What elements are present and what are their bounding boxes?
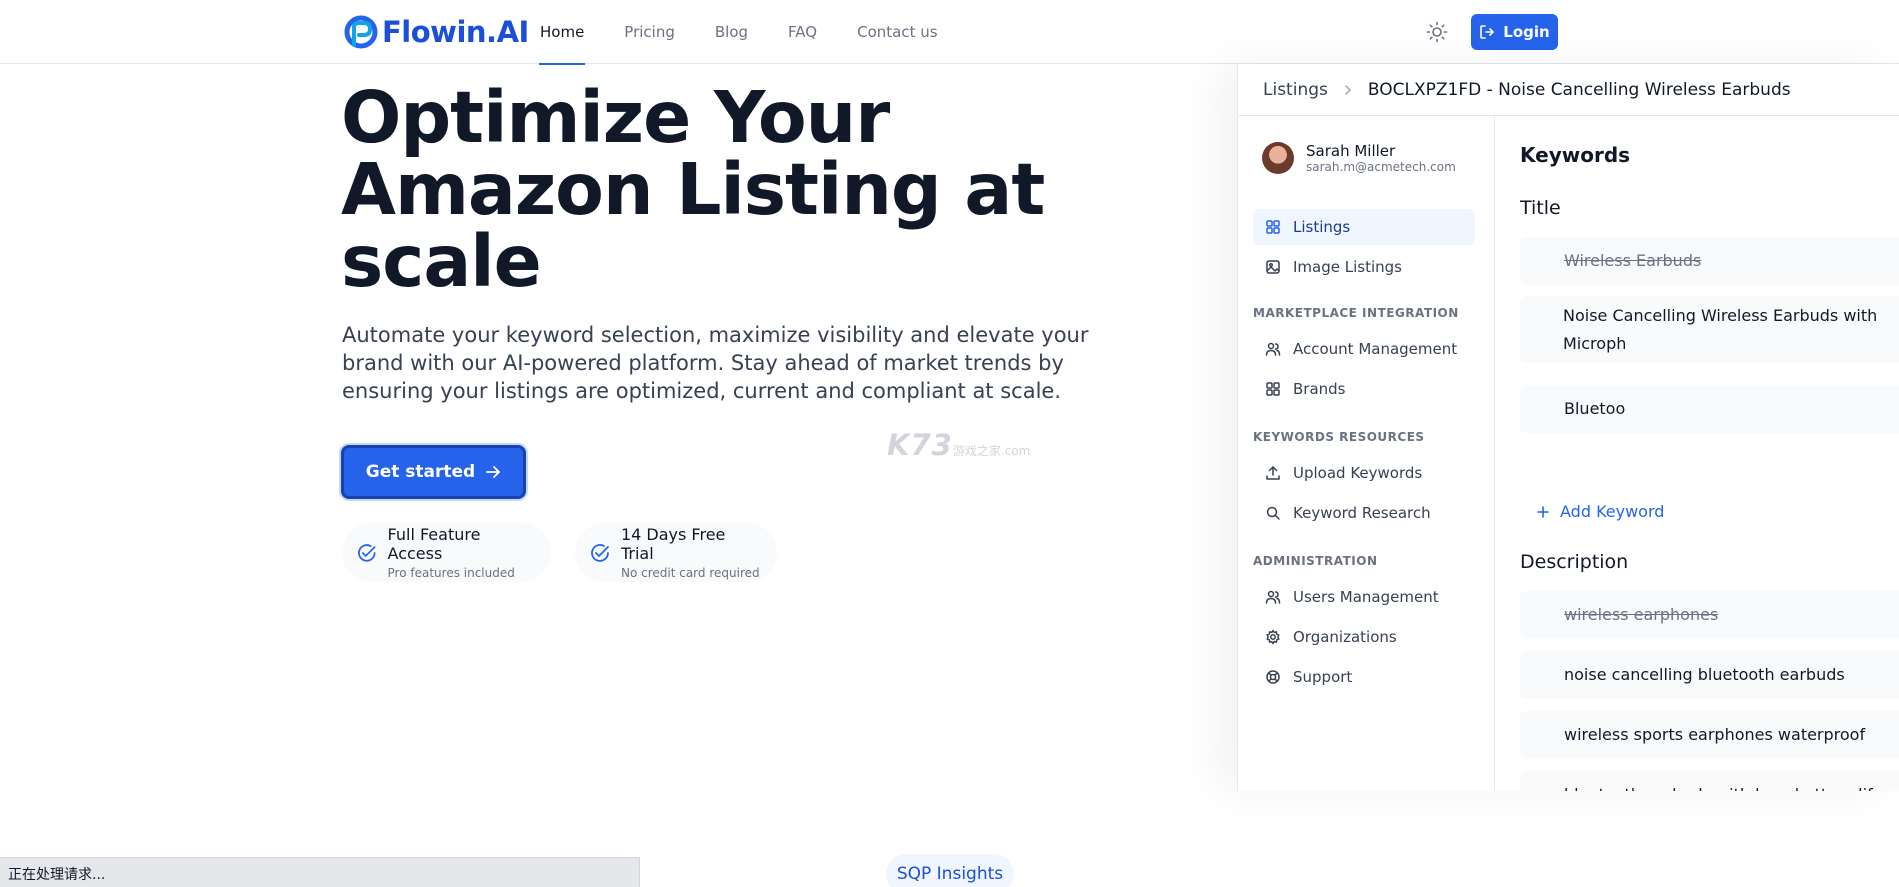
- add-keyword-button[interactable]: Add Keyword: [1536, 502, 1664, 521]
- app-preview-panel: Listings BOCLXPZ1FD - Noise Cancelling W…: [1237, 64, 1899, 791]
- sidebar-item-label: Brands: [1293, 380, 1346, 398]
- keyword-chip[interactable]: wireless earphones: [1520, 591, 1899, 639]
- check-circle-icon: [591, 543, 609, 562]
- breadcrumb: Listings BOCLXPZ1FD - Noise Cancelling W…: [1238, 64, 1899, 116]
- keywords-panel: Keywords Title Wireless Earbuds Noise Ca…: [1496, 116, 1899, 791]
- sidebar-item-label: Account Management: [1293, 340, 1458, 358]
- gear-icon: [1266, 629, 1280, 645]
- login-label: Login: [1503, 23, 1550, 41]
- sidebar-item-account-management[interactable]: Account Management: [1253, 331, 1475, 367]
- sidebar-item-brands[interactable]: Brands: [1253, 371, 1475, 407]
- keyword-chip[interactable]: wireless sports earphones waterproof: [1520, 711, 1899, 759]
- sqp-insights-pill[interactable]: SQP Insights: [886, 854, 1014, 887]
- keywords-heading: Keywords: [1520, 143, 1631, 167]
- plus-icon: [1537, 505, 1549, 518]
- sidebar-item-label: Image Listings: [1293, 258, 1402, 276]
- keyword-text: Noise Cancelling Wireless Earbuds with M…: [1563, 305, 1878, 353]
- image-icon: [1266, 260, 1280, 274]
- top-navigation: Flowin.AI Home Pricing Blog FAQ Contact …: [0, 0, 1899, 65]
- keyword-chip[interactable]: Wireless Earbuds: [1520, 237, 1899, 285]
- hero-subtitle: Automate your keyword selection, maximiz…: [342, 323, 1089, 403]
- keyword-chip[interactable]: noise cancelling bluetooth earbuds: [1520, 651, 1899, 699]
- watermark-sub: 游戏之家: [952, 444, 1001, 458]
- badge-title: Full Feature Access: [387, 525, 481, 563]
- avatar: [1262, 142, 1294, 174]
- badge-title: 14 Days Free Trial: [620, 525, 726, 563]
- nav-home[interactable]: Home: [538, 0, 586, 65]
- user-email: sarah.m@acmetech.com: [1306, 160, 1456, 174]
- nav-pricing[interactable]: Pricing: [624, 0, 675, 64]
- browser-status-bar: 正在处理请求...: [0, 857, 640, 887]
- keyword-text: Wireless Earbuds: [1564, 251, 1702, 270]
- sidebar-item-image-listings[interactable]: Image Listings: [1253, 249, 1475, 285]
- login-button[interactable]: Login: [1471, 14, 1558, 50]
- login-icon: [1480, 25, 1495, 39]
- user-profile[interactable]: Sarah Miller sarah.m@acmetech.com: [1262, 142, 1456, 174]
- keyword-text: wireless sports earphones waterproof: [1564, 725, 1866, 744]
- keyword-chip[interactable]: bluetooth earbuds with long battery life: [1520, 771, 1899, 791]
- sidebar-item-label: Organizations: [1293, 628, 1397, 646]
- nav-contact[interactable]: Contact us: [857, 0, 937, 64]
- sidebar-item-organizations[interactable]: Organizations: [1253, 619, 1475, 655]
- sidebar-item-listings[interactable]: Listings: [1253, 209, 1475, 245]
- lifebuoy-icon: [1266, 670, 1280, 684]
- trial-badge: 14 Days Free Trial No credit card requir…: [575, 523, 777, 582]
- keyword-chip[interactable]: Bluetoo: [1520, 385, 1899, 433]
- sun-icon[interactable]: [1426, 21, 1448, 43]
- grid-icon: [1266, 382, 1280, 396]
- hero-title: Optimize Your Amazon Listing at scale: [341, 76, 1045, 303]
- logo-icon: [344, 15, 378, 49]
- nav-blog[interactable]: Blog: [715, 0, 748, 64]
- add-keyword-label: Add Keyword: [1560, 502, 1665, 521]
- section-heading-administration: ADMINISTRATION: [1253, 554, 1378, 568]
- sidebar-item-label: Upload Keywords: [1293, 464, 1423, 482]
- nav-faq[interactable]: FAQ: [788, 0, 817, 64]
- get-started-button[interactable]: Get started: [341, 445, 526, 499]
- watermark-domain: .com: [1000, 444, 1031, 458]
- brand-name: Flowin.AI: [382, 15, 529, 49]
- section-heading-keywords: KEYWORDS RESOURCES: [1253, 430, 1425, 444]
- breadcrumb-root[interactable]: Listings: [1263, 80, 1328, 100]
- sidebar-item-keyword-research[interactable]: Keyword Research: [1253, 495, 1475, 531]
- get-started-label: Get started: [365, 462, 476, 482]
- badge-caption: No credit card required: [620, 566, 760, 580]
- keyword-text: bluetooth earbuds with long battery life: [1564, 781, 1883, 791]
- users-icon: [1265, 590, 1281, 604]
- sidebar-item-users-management[interactable]: Users Management: [1253, 579, 1475, 615]
- arrow-right-icon: [486, 466, 501, 478]
- keyword-chip[interactable]: Noise Cancelling Wireless Earbuds with M…: [1520, 296, 1899, 363]
- keyword-text: noise cancelling bluetooth earbuds: [1564, 665, 1845, 684]
- watermark: K73游戏之家.com: [887, 428, 1030, 462]
- title-section-label: Title: [1520, 197, 1561, 219]
- breadcrumb-current: BOCLXPZ1FD - Noise Cancelling Wireless E…: [1367, 79, 1791, 100]
- chevron-right-icon: [1345, 84, 1351, 95]
- description-section-label: Description: [1520, 551, 1629, 573]
- sidebar-item-label: Users Management: [1293, 588, 1439, 606]
- users-icon: [1265, 342, 1281, 356]
- sidebar-item-upload-keywords[interactable]: Upload Keywords: [1253, 455, 1475, 491]
- main-nav: Home Pricing Blog FAQ Contact us: [538, 0, 978, 65]
- brand-logo[interactable]: Flowin.AI: [344, 14, 529, 50]
- section-heading-marketplace: MARKETPLACE INTEGRATION: [1253, 306, 1459, 320]
- sidebar-item-support[interactable]: Support: [1253, 659, 1475, 695]
- user-name: Sarah Miller: [1306, 142, 1396, 160]
- check-circle-icon: [358, 543, 376, 562]
- badge-caption: Pro features included: [387, 566, 515, 580]
- preview-sidebar: Sarah Miller sarah.m@acmetech.com Listin…: [1238, 116, 1495, 791]
- sidebar-item-label: Keyword Research: [1293, 504, 1431, 522]
- sidebar-item-label: Support: [1293, 668, 1353, 686]
- search-icon: [1266, 506, 1280, 520]
- sidebar-item-label: Listings: [1293, 218, 1351, 236]
- grid-icon: [1266, 220, 1280, 234]
- keyword-text: wireless earphones: [1564, 605, 1719, 624]
- keyword-text: Bluetoo: [1564, 399, 1626, 418]
- upload-icon: [1266, 466, 1280, 480]
- watermark-main: K73: [887, 428, 953, 462]
- feature-badge: Full Feature Access Pro features include…: [342, 523, 551, 582]
